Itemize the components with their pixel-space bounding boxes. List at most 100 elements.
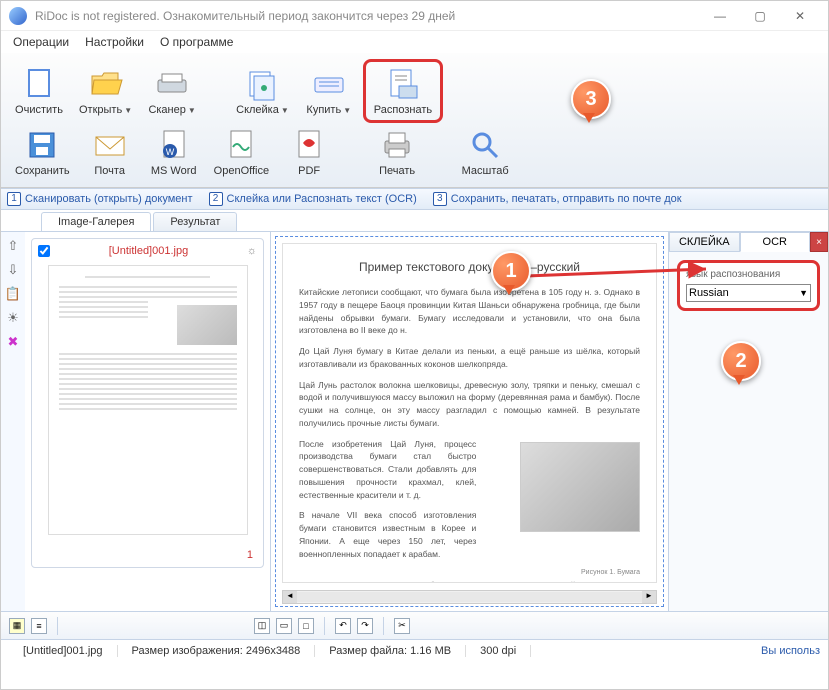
main-area: ⇧ ⇩ 📋 ☀ ✖ [Untitled]001.jpg ☼ (1, 231, 828, 611)
fit-page-icon[interactable]: ▭ (276, 618, 292, 634)
rtab-ocr[interactable]: OCR (740, 232, 811, 252)
recognize-button[interactable]: Распознать (363, 59, 443, 123)
mail-icon (92, 127, 128, 163)
status-link[interactable]: Вы использ (761, 645, 820, 657)
menu-operations[interactable]: Операции (5, 33, 77, 51)
preview-panel: Пример текстового документа –русский Кит… (275, 236, 664, 607)
svg-text:W: W (165, 147, 174, 157)
rtab-glue[interactable]: СКЛЕЙКА (669, 232, 740, 252)
rtab-close-button[interactable]: × (810, 232, 828, 252)
glue-button[interactable]: Склейка▼ (230, 64, 295, 118)
print-button[interactable]: Печать (367, 125, 427, 179)
save-button[interactable]: Сохранить (9, 125, 76, 179)
thumb-filename: [Untitled]001.jpg (109, 245, 189, 257)
doc-image (520, 442, 640, 532)
brightness-icon[interactable]: ☀ (5, 310, 21, 326)
step-2-text: Склейка или Распознать текст (OCR) (227, 193, 417, 205)
folder-open-icon (88, 66, 124, 102)
dropdown-icon: ▼ (343, 106, 351, 115)
openoffice-icon (223, 127, 259, 163)
fit-width-icon[interactable]: ◫ (254, 618, 270, 634)
tab-result[interactable]: Результат (153, 212, 237, 231)
thumb-checkbox[interactable] (38, 245, 50, 257)
dropdown-icon: ▼ (281, 106, 289, 115)
buy-button[interactable]: Купить▼ (299, 64, 359, 118)
magnifier-icon (467, 127, 503, 163)
status-dpi: 300 dpi (466, 645, 531, 657)
close-button[interactable]: ✕ (780, 2, 820, 30)
arrow-down-icon[interactable]: ⇩ (5, 262, 21, 278)
zoom-button[interactable]: Масштаб (455, 125, 515, 179)
glue-icon (244, 66, 280, 102)
open-button[interactable]: Открыть▼ (73, 64, 138, 118)
doc-title: Пример текстового документа –русский (299, 258, 640, 276)
ocr-icon (385, 66, 421, 102)
doc-para-4: После изобретения Цай Луня, процесс прои… (299, 438, 476, 502)
statusbar: [Untitled]001.jpg Размер изображения: 24… (1, 639, 828, 661)
rotate-right-icon[interactable]: ↷ (357, 618, 373, 634)
step-2-badge: 2 (209, 192, 223, 206)
blank-page-icon (21, 66, 57, 102)
clear-button[interactable]: Очистить (9, 64, 69, 118)
actual-size-icon[interactable]: □ (298, 618, 314, 634)
arrow-up-icon[interactable]: ⇧ (5, 238, 21, 254)
step-3-text: Сохранить, печатать, отправить по почте … (451, 193, 682, 205)
callout-1: 1 (491, 251, 531, 291)
grid-view-icon[interactable]: ▦ (9, 618, 25, 634)
doc-para-3: Цай Лунь растолок волокна шелковицы, дре… (299, 379, 640, 430)
menu-about[interactable]: О программе (152, 33, 241, 51)
tab-gallery[interactable]: Image-Галерея (41, 212, 151, 231)
language-box: язык распознования Russian ▼ (677, 260, 820, 311)
titlebar: RiDoc is not registered. Ознакомительный… (1, 1, 828, 31)
word-icon: W (156, 127, 192, 163)
dropdown-icon: ▼ (799, 288, 808, 298)
rotate-left-icon[interactable]: ↶ (335, 618, 351, 634)
step-3-badge: 3 (433, 192, 447, 206)
brightness-icon[interactable]: ☼ (247, 245, 257, 257)
list-view-icon[interactable]: ≡ (31, 618, 47, 634)
toolbar: Очистить Открыть▼ Сканер▼ Склейка▼ Купит… (1, 53, 828, 188)
vertical-toolbar: ⇧ ⇩ 📋 ☀ ✖ (1, 232, 25, 611)
scanner-icon (154, 66, 190, 102)
language-value: Russian (689, 287, 729, 299)
delete-icon[interactable]: ✖ (5, 334, 21, 350)
msword-button[interactable]: W MS Word (144, 125, 204, 179)
minimize-button[interactable]: — (700, 2, 740, 30)
floppy-icon (24, 127, 60, 163)
crop-icon[interactable]: ✂ (394, 618, 410, 634)
scanner-button[interactable]: Сканер▼ (142, 64, 202, 118)
status-filename: [Untitled]001.jpg (9, 645, 118, 657)
clipboard-icon[interactable]: 📋 (5, 286, 21, 302)
thumbnail-card[interactable]: [Untitled]001.jpg ☼ 1 (31, 238, 264, 568)
doc-para-6: В VI—VIII веках производство бумаги осущ… (299, 579, 640, 583)
document-preview: Пример текстового документа –русский Кит… (282, 243, 657, 583)
step-1-badge: 1 (7, 192, 21, 206)
language-select[interactable]: Russian ▼ (686, 284, 811, 302)
pdf-icon (291, 127, 327, 163)
mail-button[interactable]: Почта (80, 125, 140, 179)
callout-2: 2 (721, 341, 761, 381)
step-bar: 1 Сканировать (открыть) документ 2 Склей… (1, 188, 828, 210)
printer-icon (379, 127, 415, 163)
menu-settings[interactable]: Настройки (77, 33, 152, 51)
doc-para-5: В начале VII века способ изготовления бу… (299, 509, 476, 560)
callout-3: 3 (571, 79, 611, 119)
status-file-size: Размер файла: 1.16 MB (315, 645, 466, 657)
doc-para-1: Китайские летописи сообщают, что бумага … (299, 286, 640, 337)
language-label: язык распознования (686, 269, 811, 280)
window-title: RiDoc is not registered. Ознакомительный… (35, 9, 700, 23)
pdf-button[interactable]: PDF (279, 125, 339, 179)
keyboard-icon (311, 66, 347, 102)
thumb-page-number: 1 (247, 549, 253, 561)
step-1-text: Сканировать (открыть) документ (25, 193, 193, 205)
doc-img-caption: Рисунок 1. Бумага (299, 568, 640, 579)
thumb-preview (48, 265, 248, 535)
doc-para-2: До Цай Луня бумагу в Китае делали из пен… (299, 345, 640, 371)
horizontal-scrollbar[interactable]: ◄► (282, 590, 657, 604)
openoffice-button[interactable]: OpenOffice (208, 125, 275, 179)
dropdown-icon: ▼ (188, 106, 196, 115)
right-panel: СКЛЕЙКА OCR × язык распознования Russian… (668, 232, 828, 611)
app-icon (9, 7, 27, 25)
maximize-button[interactable]: ▢ (740, 2, 780, 30)
bottom-toolbar: ▦ ≡ ◫ ▭ □ ↶ ↷ ✂ (1, 611, 828, 639)
